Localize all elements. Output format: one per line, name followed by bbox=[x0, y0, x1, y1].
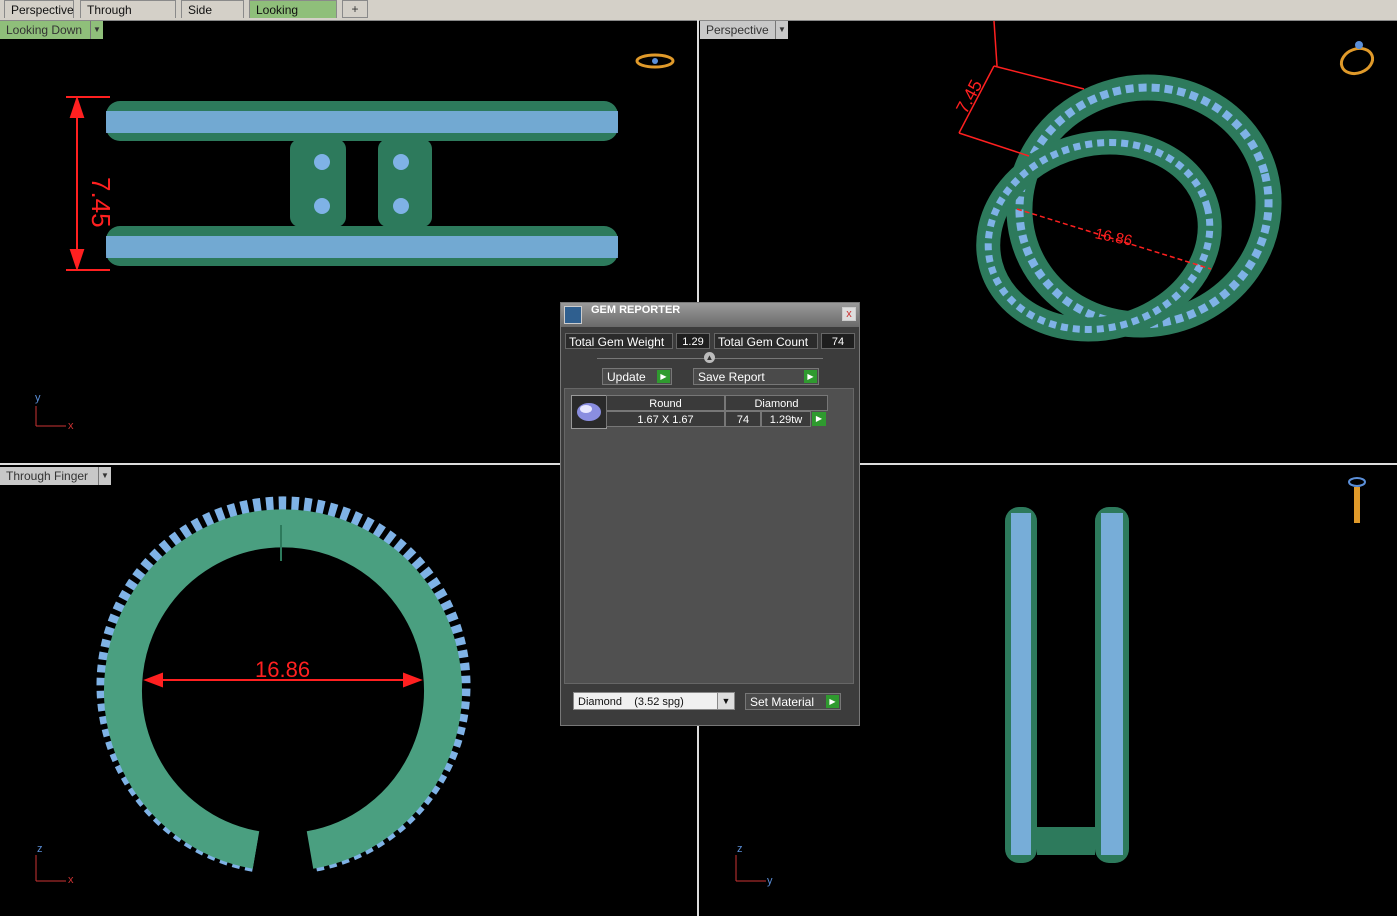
tab-looking-down[interactable]: Looking Down bbox=[249, 0, 337, 35]
gem-weight-cell: 1.29tw bbox=[761, 411, 811, 427]
gem-material-cell: Diamond bbox=[725, 395, 828, 411]
gem-reporter-titlebar[interactable]: GEM REPORTER x bbox=[561, 303, 859, 327]
svg-text:z: z bbox=[737, 843, 743, 855]
play-icon: ▶ bbox=[826, 695, 839, 708]
tab-through-finger[interactable]: Through Finger bbox=[80, 0, 176, 35]
gem-list: Round Diamond 1.67 X 1.67 74 1.29tw ▶ bbox=[564, 388, 854, 684]
gem-count-cell: 74 bbox=[725, 411, 761, 427]
material-select[interactable]: Diamond (3.52 spg) ▼ bbox=[573, 692, 735, 710]
ring-prong-left bbox=[1005, 507, 1037, 863]
play-icon: ▶ bbox=[804, 370, 817, 383]
ring-band-top bbox=[106, 101, 618, 141]
dimension-label: 16.86 bbox=[255, 657, 310, 682]
svg-text:x: x bbox=[68, 420, 74, 432]
tab-perspective[interactable]: Perspective bbox=[4, 0, 74, 18]
update-button[interactable]: Update ▶ bbox=[602, 368, 672, 385]
axis-indicator: y x bbox=[35, 392, 74, 432]
dimension-label-height: 7.45 bbox=[952, 76, 986, 116]
axis-indicator: z y bbox=[735, 843, 773, 887]
collapse-icon[interactable]: ▲ bbox=[704, 352, 715, 363]
ring-prong-right bbox=[1095, 507, 1129, 863]
total-gem-count-value: 74 bbox=[821, 333, 855, 349]
svg-text:x: x bbox=[68, 874, 74, 886]
add-tab-button[interactable]: + bbox=[342, 0, 368, 18]
gem-size-cell: 1.67 X 1.67 bbox=[606, 411, 725, 427]
svg-text:y: y bbox=[35, 392, 41, 404]
dimension-label: 7.45 bbox=[86, 177, 116, 228]
play-icon[interactable]: ▶ bbox=[812, 412, 826, 426]
ring-orientation-icon[interactable] bbox=[1348, 477, 1366, 523]
tab-side-view[interactable]: Side View bbox=[181, 0, 244, 35]
chevron-down-icon[interactable]: ▼ bbox=[717, 693, 734, 709]
set-material-button[interactable]: Set Material ▶ bbox=[745, 693, 841, 710]
view-tab-bar: Perspective Through Finger Side View Loo… bbox=[0, 0, 1397, 35]
total-gem-weight-value: 1.29 bbox=[676, 333, 710, 349]
gem-shape-cell: Round bbox=[606, 395, 725, 411]
save-report-button[interactable]: Save Report ▶ bbox=[693, 368, 819, 385]
ring-band bbox=[104, 509, 462, 869]
close-icon[interactable]: x bbox=[842, 307, 856, 321]
ring-orientation-icon[interactable] bbox=[635, 53, 675, 69]
svg-text:z: z bbox=[37, 843, 43, 855]
svg-text:y: y bbox=[767, 875, 773, 887]
dimension-label-diameter: 16.86 bbox=[1093, 225, 1133, 249]
ring-connector bbox=[290, 139, 432, 227]
ring-band-bottom bbox=[106, 226, 618, 266]
play-icon: ▶ bbox=[657, 370, 670, 383]
gem-reporter-title: GEM REPORTER bbox=[591, 304, 681, 316]
total-gem-weight-label: Total Gem Weight bbox=[565, 333, 673, 349]
ring-orientation-icon[interactable] bbox=[1338, 41, 1376, 78]
gem-round-icon bbox=[571, 395, 607, 429]
total-gem-count-label: Total Gem Count bbox=[714, 333, 818, 349]
gem-reporter-panel: GEM REPORTER x Total Gem Weight 1.29 Tot… bbox=[560, 302, 860, 726]
axis-indicator: z x bbox=[35, 843, 74, 886]
gem-reporter-icon bbox=[564, 306, 582, 324]
ring-bridge bbox=[1037, 827, 1095, 855]
